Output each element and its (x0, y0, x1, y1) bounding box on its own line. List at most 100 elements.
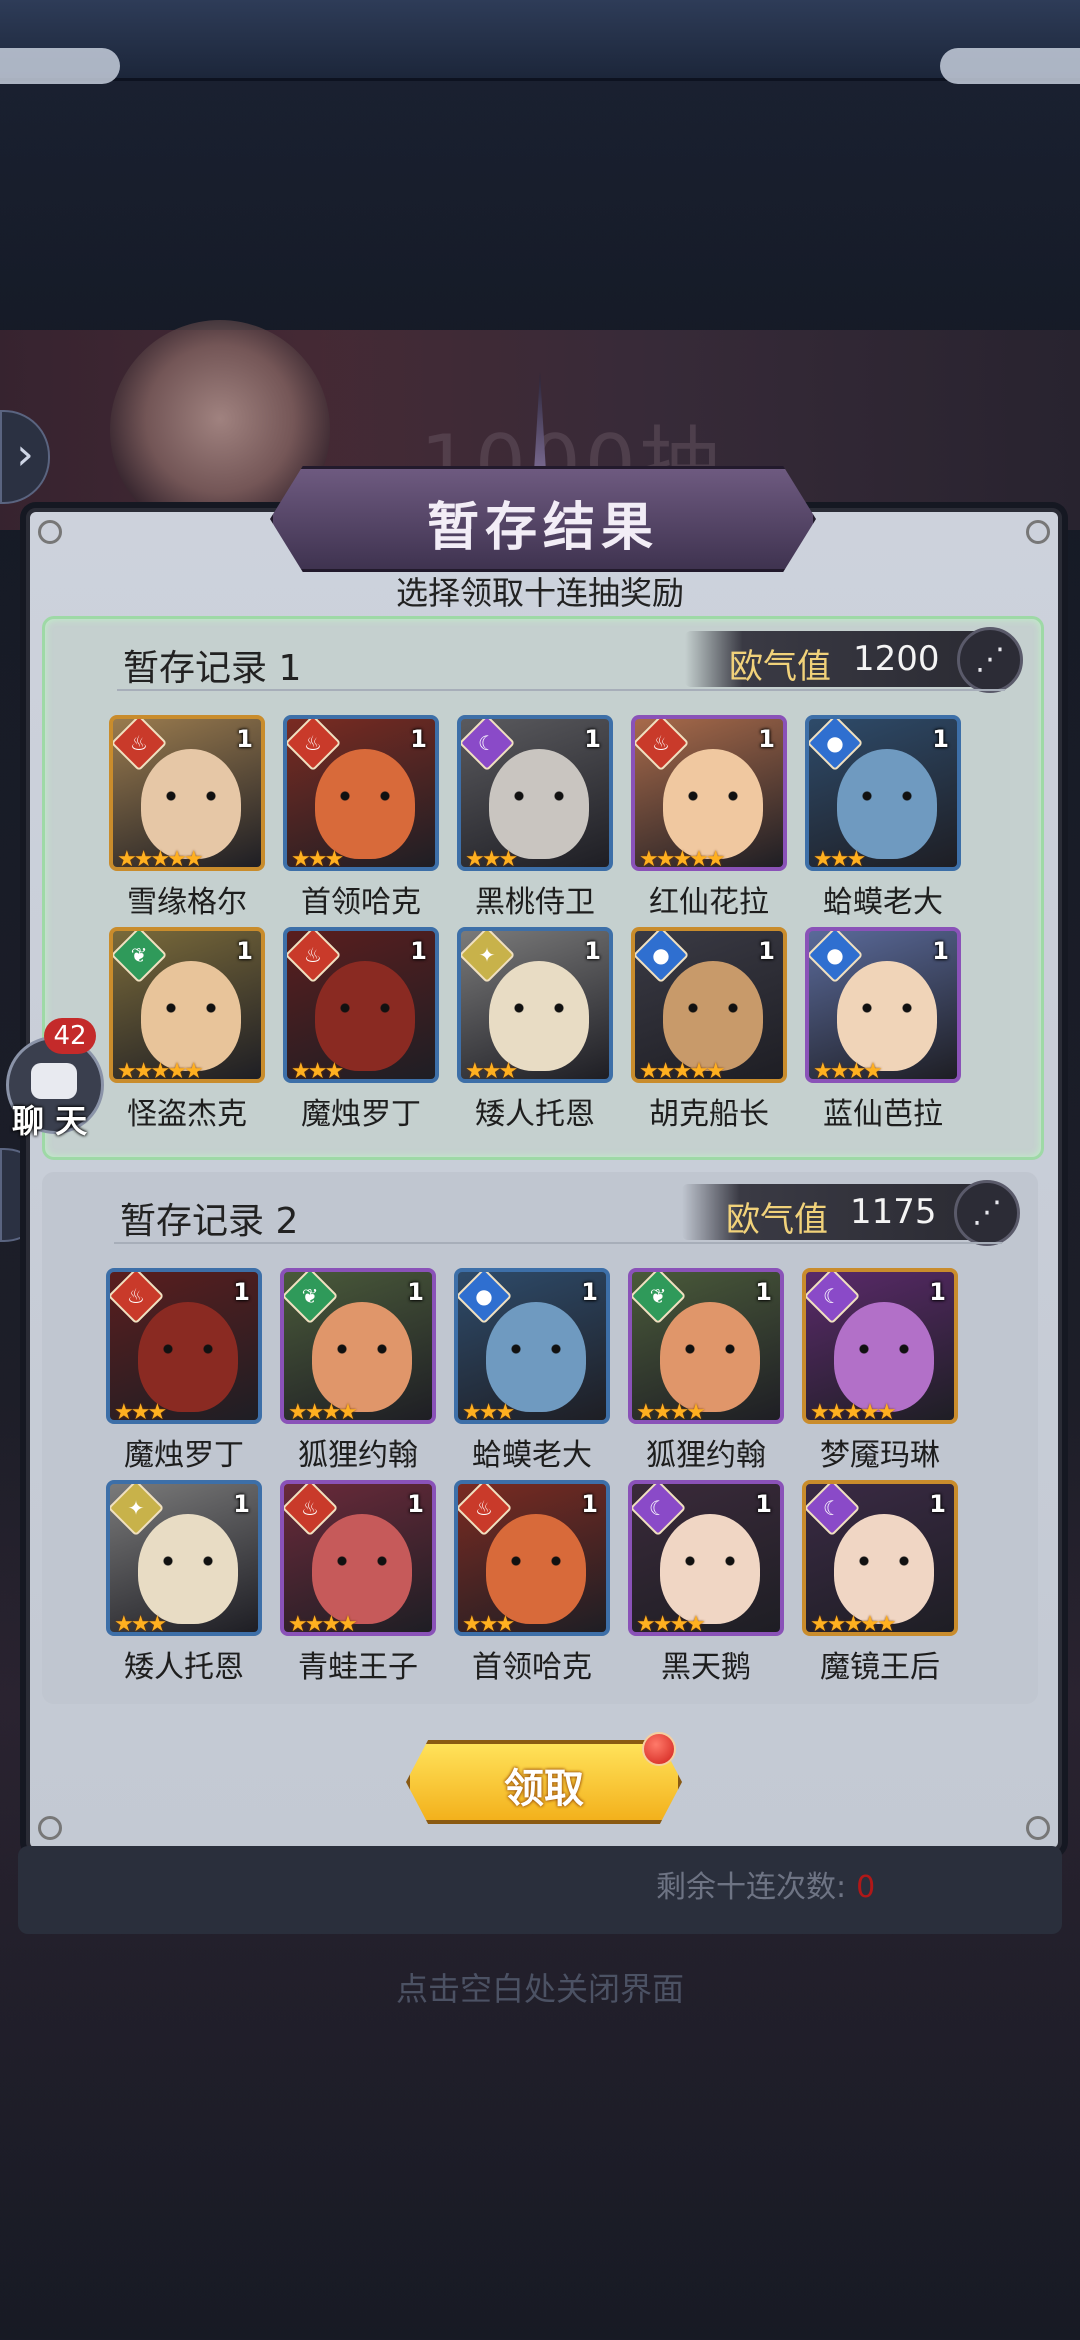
hero-eyes (332, 1556, 392, 1566)
record-1-section[interactable]: 暂存记录 1 欧气值 1200 ⋰ ♨ 1 ★★★★★ 雪缘格尔 ♨ 1 ★★★ 首领哈克 ☾ 1… (42, 616, 1044, 1160)
hero-card[interactable]: ● 1 ★★★★★ 胡克船长 (631, 927, 787, 1132)
hero-face (138, 1302, 238, 1412)
remaining-bar (18, 1846, 1062, 1934)
hero-count: 1 (755, 1278, 772, 1306)
hero-face (834, 1514, 934, 1624)
hero-card[interactable]: ♨ 1 ★★★★ 青蛙王子 (280, 1480, 436, 1685)
title-plate: 暂存结果 (270, 466, 816, 572)
remaining-draws: 剩余十连次数: 0 (656, 1862, 875, 1906)
star-rating: ★★★ (291, 1059, 344, 1083)
luck-value-badge: 欧气值 1200 ⋰ (685, 627, 1023, 693)
hero-card[interactable]: ♨ 1 ★★★★★ 雪缘格尔 (109, 715, 265, 920)
share-button[interactable]: ⋰ (954, 1180, 1020, 1246)
hero-portrait: ✦ 1 ★★★ (457, 927, 613, 1083)
hero-portrait: ☾ 1 ★★★ (457, 715, 613, 871)
hero-eyes (332, 1344, 392, 1354)
hero-card[interactable]: ☾ 1 ★★★ 黑桃侍卫 (457, 715, 613, 920)
chat-label[interactable]: 聊 天 (12, 1096, 87, 1142)
star-rating: ★★★ (114, 1400, 167, 1424)
hero-name: 矮人托恩 (124, 1650, 244, 1685)
hero-count: 1 (932, 937, 949, 965)
chevron-right-icon: › (16, 429, 34, 480)
hero-count: 1 (407, 1278, 424, 1306)
hero-eyes (158, 1556, 218, 1566)
hero-card[interactable]: ♨ 1 ★★★ 魔烛罗丁 (283, 927, 439, 1132)
remaining-value: 0 (856, 1870, 876, 1905)
hero-eyes (683, 1003, 743, 1013)
hero-card[interactable]: ● 1 ★★★ 蛤蟆老大 (454, 1268, 610, 1473)
hero-portrait: ● 1 ★★★ (805, 715, 961, 871)
luck-value: 1175 (850, 1192, 937, 1232)
record-title: 暂存记录 2 (120, 1201, 299, 1242)
hero-name: 蓝仙芭拉 (823, 1097, 943, 1132)
star-rating: ★★★★★ (639, 1059, 726, 1083)
hero-card[interactable]: ✦ 1 ★★★ 矮人托恩 (106, 1480, 262, 1685)
hero-name: 矮人托恩 (475, 1097, 595, 1132)
hero-name: 首领哈克 (301, 885, 421, 920)
hero-count: 1 (410, 937, 427, 965)
share-icon: ⋰ (975, 642, 1005, 677)
record-2-section[interactable]: 暂存记录 2 欧气值 1175 ⋰ ♨ 1 ★★★ 魔烛罗丁 ❦ 1 ★★★★ 狐狸约翰 ● 1 ★… (42, 1172, 1038, 1704)
top-bar (0, 0, 1080, 84)
record-title: 暂存记录 1 (123, 648, 302, 689)
hero-card[interactable]: ☾ 1 ★★★★★ 梦魇玛琳 (802, 1268, 958, 1473)
hero-portrait: ☾ 1 ★★★★★ (802, 1480, 958, 1636)
hero-eyes (158, 1344, 218, 1354)
hero-name: 魔烛罗丁 (301, 1097, 421, 1132)
page-title: 暂存结果 (426, 497, 659, 558)
hero-face (489, 961, 589, 1071)
hero-card[interactable]: ● 1 ★★★ 蛤蟆老大 (805, 715, 961, 920)
hero-portrait: ❦ 1 ★★★★ (280, 1268, 436, 1424)
hero-card[interactable]: ♨ 1 ★★★★★ 红仙花拉 (631, 715, 787, 920)
hero-card[interactable]: ❦ 1 ★★★★ 狐狸约翰 (628, 1268, 784, 1473)
hero-name: 首领哈克 (472, 1650, 592, 1685)
hero-card[interactable]: ☾ 1 ★★★★★ 魔镜王后 (802, 1480, 958, 1685)
hero-face (486, 1514, 586, 1624)
hero-face (315, 749, 415, 859)
hero-eyes (857, 791, 917, 801)
hero-count: 1 (758, 937, 775, 965)
hero-face (138, 1514, 238, 1624)
hero-face (489, 749, 589, 859)
hero-portrait: ☾ 1 ★★★★ (628, 1480, 784, 1636)
star-rating: ★★★★★ (810, 1612, 897, 1636)
hero-card[interactable]: ♨ 1 ★★★ 魔烛罗丁 (106, 1268, 262, 1473)
hero-eyes (506, 1344, 566, 1354)
hero-card[interactable]: ❦ 1 ★★★★★ 怪盗杰克 (109, 927, 265, 1132)
share-icon: ⋰ (972, 1195, 1002, 1230)
hero-name: 蛤蟆老大 (472, 1438, 592, 1473)
hero-portrait: ♨ 1 ★★★ (106, 1268, 262, 1424)
hero-count: 1 (755, 1490, 772, 1518)
hero-count: 1 (584, 725, 601, 753)
hero-portrait: ✦ 1 ★★★ (106, 1480, 262, 1636)
share-button[interactable]: ⋰ (957, 627, 1023, 693)
divider (114, 1242, 1002, 1244)
hero-face (312, 1514, 412, 1624)
claim-button[interactable]: 领取 (406, 1740, 682, 1824)
close-hint[interactable]: 点击空白处关闭界面 (0, 1964, 1080, 2010)
hero-card[interactable]: ● 1 ★★★★ 蓝仙芭拉 (805, 927, 961, 1132)
hero-portrait: ❦ 1 ★★★★ (628, 1268, 784, 1424)
hero-portrait: ♨ 1 ★★★★ (280, 1480, 436, 1636)
hero-card[interactable]: ♨ 1 ★★★ 首领哈克 (283, 715, 439, 920)
hero-name: 黑桃侍卫 (475, 885, 595, 920)
hero-face (660, 1514, 760, 1624)
hero-count: 1 (584, 937, 601, 965)
star-rating: ★★★★★ (117, 1059, 204, 1083)
cloud-decoration (0, 48, 120, 84)
hero-count: 1 (236, 937, 253, 965)
hero-count: 1 (929, 1490, 946, 1518)
hero-name: 魔镜王后 (820, 1650, 940, 1685)
luck-label: 欧气值 (729, 647, 831, 687)
hero-card[interactable]: ❦ 1 ★★★★ 狐狸约翰 (280, 1268, 436, 1473)
hero-face (660, 1302, 760, 1412)
hero-portrait: ♨ 1 ★★★ (283, 715, 439, 871)
hero-name: 胡克船长 (649, 1097, 769, 1132)
hero-card[interactable]: ♨ 1 ★★★ 首领哈克 (454, 1480, 610, 1685)
hero-card[interactable]: ☾ 1 ★★★★ 黑天鹅 (628, 1480, 784, 1685)
hero-name: 魔烛罗丁 (124, 1438, 244, 1473)
hero-card[interactable]: ✦ 1 ★★★ 矮人托恩 (457, 927, 613, 1132)
star-rating: ★★★ (462, 1400, 515, 1424)
hero-face (834, 1302, 934, 1412)
hero-face (315, 961, 415, 1071)
